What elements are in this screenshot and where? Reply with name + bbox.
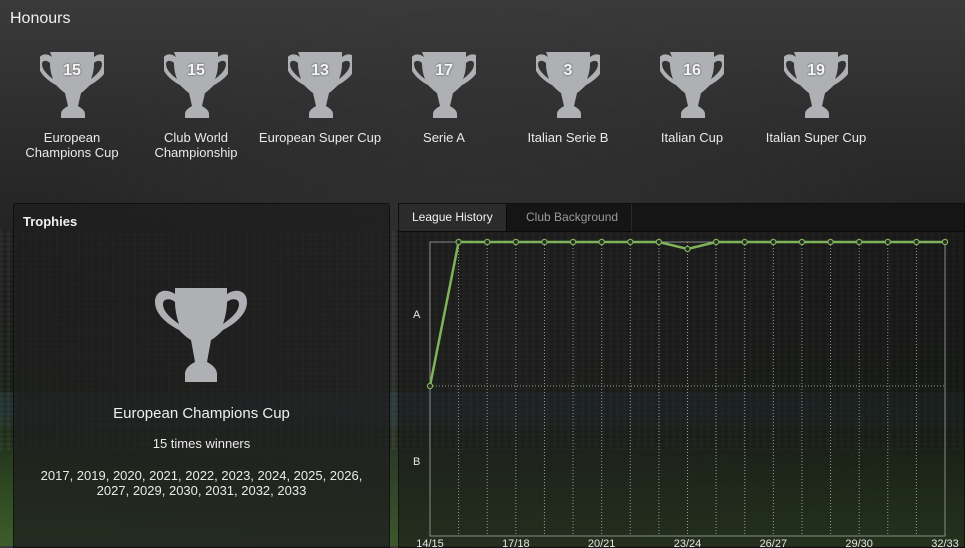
honour-count: 13 xyxy=(311,62,329,79)
trophy-icon: 3 xyxy=(536,48,600,118)
series-point[interactable] xyxy=(712,238,720,246)
honour-item[interactable]: 15 Club World Championship xyxy=(134,48,258,160)
trophy-icon-graphic xyxy=(536,52,600,118)
trophy-icon-graphic xyxy=(288,52,352,118)
series-point[interactable] xyxy=(426,382,434,390)
trophies-panel: Trophies European Champions Cup 15 times… xyxy=(13,203,390,548)
honour-name: Italian Super Cup xyxy=(765,130,867,145)
selected-trophy-name: European Champions Cup xyxy=(113,405,290,422)
tab-club-background[interactable]: Club Background xyxy=(513,204,633,231)
honour-count: 15 xyxy=(63,62,81,79)
tab-league-history[interactable]: League History xyxy=(399,204,507,231)
trophy-icon: 19 xyxy=(784,48,848,118)
honour-name: Serie A xyxy=(423,130,465,145)
honour-name: European Super Cup xyxy=(258,130,382,145)
trophy-icon: 15 xyxy=(164,48,228,118)
series-point[interactable] xyxy=(941,238,949,246)
league-history-chart: AB14/15 17/18 20/21 23/24 26/27 29/30 32/33 xyxy=(413,238,959,547)
series-point[interactable] xyxy=(884,238,891,246)
series-point[interactable] xyxy=(627,238,634,246)
honour-item[interactable]: 19 Italian Super Cup xyxy=(754,48,878,145)
y-level-label: A xyxy=(413,309,421,321)
honour-name: Italian Serie B xyxy=(527,130,609,145)
trophy-icon: 13 xyxy=(288,48,352,118)
selected-trophy-years: 2017, 2019, 2020, 2021, 2022, 2023, 2024… xyxy=(40,468,363,498)
series-point[interactable] xyxy=(655,238,663,246)
honour-item[interactable]: 13 European Super Cup xyxy=(258,48,382,145)
honour-name: European Champions Cup xyxy=(25,130,119,160)
honour-count: 3 xyxy=(563,62,573,79)
y-level-label: B xyxy=(413,456,420,468)
trophy-icon: 16 xyxy=(660,48,724,118)
trophies-panel-title: Trophies xyxy=(23,214,78,229)
honour-item[interactable]: 3 Italian Serie B xyxy=(506,48,630,145)
trophy-icon: 15 xyxy=(40,48,104,118)
history-tabs: League History Club Background xyxy=(399,204,964,232)
honours-title: Honours xyxy=(10,10,71,27)
honour-item[interactable]: 17 Serie A xyxy=(382,48,506,145)
trophy-icon-graphic xyxy=(660,52,724,118)
trophy-icon-graphic xyxy=(40,52,104,118)
trophy-icon xyxy=(155,280,247,384)
trophy-icon-graphic xyxy=(784,52,848,118)
trophy-icon-graphic xyxy=(412,52,476,118)
honour-name: Italian Cup xyxy=(660,130,724,145)
series-point[interactable] xyxy=(827,238,834,246)
honour-count: 16 xyxy=(683,62,701,79)
trophy-icon-graphic xyxy=(164,52,228,118)
series-point[interactable] xyxy=(484,238,491,246)
honour-item[interactable]: 15 European Champions Cup xyxy=(10,48,134,160)
series-point[interactable] xyxy=(855,238,863,246)
selected-trophy-count: 15 times winners xyxy=(152,436,251,451)
series-point[interactable] xyxy=(741,238,748,246)
honour-count: 19 xyxy=(807,62,825,79)
series-point[interactable] xyxy=(512,238,520,246)
honours-list: 15 European Champions Cup 15 Club World Cha… xyxy=(10,48,890,168)
honour-count: 17 xyxy=(435,62,453,79)
series-point[interactable] xyxy=(598,238,605,246)
honour-item[interactable]: 16 Italian Cup xyxy=(630,48,754,145)
series-point[interactable] xyxy=(913,238,920,246)
league-history-panel: League History Club Background A B 14/15 17… xyxy=(398,203,965,548)
honour-name: Club World Championship xyxy=(154,130,238,160)
trophy-icon-graphic xyxy=(155,288,247,382)
series-point[interactable] xyxy=(455,238,462,246)
series-point[interactable] xyxy=(798,238,806,246)
series-point[interactable] xyxy=(770,238,777,246)
series-point[interactable] xyxy=(569,238,577,246)
series-point[interactable] xyxy=(541,238,548,246)
honour-count: 15 xyxy=(187,62,205,79)
trophy-icon: 17 xyxy=(412,48,476,118)
series-point[interactable] xyxy=(684,245,691,253)
